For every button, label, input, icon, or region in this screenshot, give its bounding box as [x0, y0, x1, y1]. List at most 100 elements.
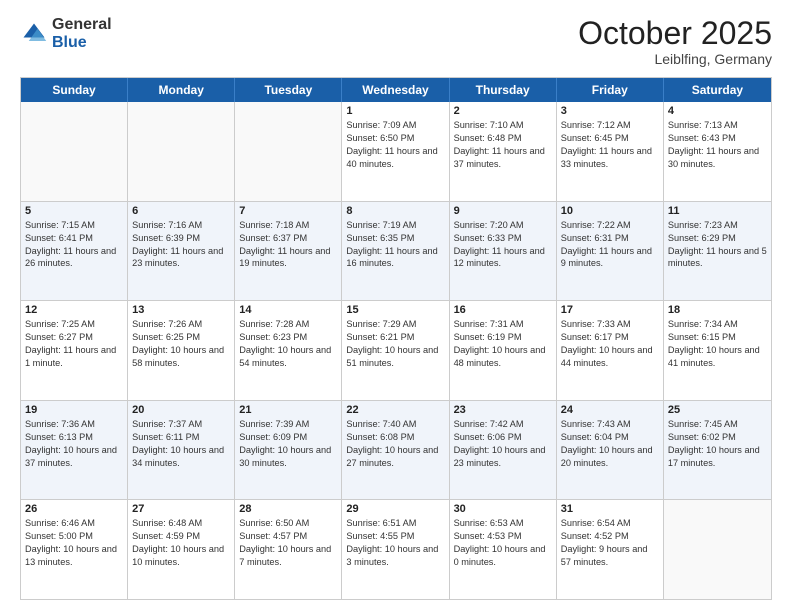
- calendar-cell: 7 Sunrise: 7:18 AM Sunset: 6:37 PM Daylig…: [235, 202, 342, 301]
- weekday-header: Friday: [557, 78, 664, 102]
- weekday-header: Wednesday: [342, 78, 449, 102]
- day-number: 28: [239, 503, 337, 515]
- day-number: 29: [346, 503, 444, 515]
- cell-info: Sunrise: 7:09 AM Sunset: 6:50 PM Dayligh…: [346, 119, 444, 171]
- cell-info: Sunrise: 7:39 AM Sunset: 6:09 PM Dayligh…: [239, 418, 337, 470]
- cell-info: Sunrise: 7:18 AM Sunset: 6:37 PM Dayligh…: [239, 219, 337, 271]
- calendar-cell: 4 Sunrise: 7:13 AM Sunset: 6:43 PM Daylig…: [664, 102, 771, 201]
- calendar-cell: 17 Sunrise: 7:33 AM Sunset: 6:17 PM Dayli…: [557, 301, 664, 400]
- calendar-row: 26Sunrise: 6:46 AM Sunset: 5:00 PM Dayli…: [21, 499, 771, 599]
- calendar-cell: 6 Sunrise: 7:16 AM Sunset: 6:39 PM Daylig…: [128, 202, 235, 301]
- weekday-header: Tuesday: [235, 78, 342, 102]
- day-number: 13: [132, 304, 230, 316]
- cell-info: Sunrise: 7:10 AM Sunset: 6:48 PM Dayligh…: [454, 119, 552, 171]
- cell-info: Sunrise: 7:29 AM Sunset: 6:21 PM Dayligh…: [346, 318, 444, 370]
- cell-info: Sunrise: 7:25 AM Sunset: 6:27 PM Dayligh…: [25, 318, 123, 370]
- cell-info: Sunrise: 6:54 AM Sunset: 4:52 PM Dayligh…: [561, 517, 659, 569]
- day-number: 2: [454, 105, 552, 117]
- cell-info: Sunrise: 7:36 AM Sunset: 6:13 PM Dayligh…: [25, 418, 123, 470]
- cell-info: Sunrise: 7:16 AM Sunset: 6:39 PM Dayligh…: [132, 219, 230, 271]
- calendar-cell: 25 Sunrise: 7:45 AM Sunset: 6:02 PM Dayli…: [664, 401, 771, 500]
- calendar-cell: 16Sunrise: 7:31 AM Sunset: 6:19 PM Dayli…: [450, 301, 557, 400]
- month-title: October 2025: [578, 16, 772, 51]
- day-number: 20: [132, 404, 230, 416]
- cell-info: Sunrise: 7:20 AM Sunset: 6:33 PM Dayligh…: [454, 219, 552, 271]
- calendar-cell: 11 Sunrise: 7:23 AM Sunset: 6:29 PM Dayli…: [664, 202, 771, 301]
- day-number: 19: [25, 404, 123, 416]
- cell-info: Sunrise: 7:23 AM Sunset: 6:29 PM Dayligh…: [668, 219, 767, 271]
- cell-info: Sunrise: 7:19 AM Sunset: 6:35 PM Dayligh…: [346, 219, 444, 271]
- calendar-cell: 9 Sunrise: 7:20 AM Sunset: 6:33 PM Daylig…: [450, 202, 557, 301]
- cell-info: Sunrise: 7:45 AM Sunset: 6:02 PM Dayligh…: [668, 418, 767, 470]
- day-number: 8: [346, 205, 444, 217]
- location: Leiblfing, Germany: [578, 51, 772, 67]
- weekday-header: Monday: [128, 78, 235, 102]
- calendar-cell: 26Sunrise: 6:46 AM Sunset: 5:00 PM Dayli…: [21, 500, 128, 599]
- cell-info: Sunrise: 6:48 AM Sunset: 4:59 PM Dayligh…: [132, 517, 230, 569]
- logo-icon: [20, 20, 48, 48]
- calendar-cell: 31 Sunrise: 6:54 AM Sunset: 4:52 PM Dayli…: [557, 500, 664, 599]
- cell-info: Sunrise: 7:22 AM Sunset: 6:31 PM Dayligh…: [561, 219, 659, 271]
- calendar-cell: [235, 102, 342, 201]
- calendar-cell: 28 Sunrise: 6:50 AM Sunset: 4:57 PM Dayli…: [235, 500, 342, 599]
- calendar: SundayMondayTuesdayWednesdayThursdayFrid…: [20, 77, 772, 600]
- calendar-cell: 3 Sunrise: 7:12 AM Sunset: 6:45 PM Daylig…: [557, 102, 664, 201]
- calendar-cell: 30Sunrise: 6:53 AM Sunset: 4:53 PM Dayli…: [450, 500, 557, 599]
- calendar-cell: 23Sunrise: 7:42 AM Sunset: 6:06 PM Dayli…: [450, 401, 557, 500]
- day-number: 3: [561, 105, 659, 117]
- cell-info: Sunrise: 7:42 AM Sunset: 6:06 PM Dayligh…: [454, 418, 552, 470]
- cell-info: Sunrise: 7:13 AM Sunset: 6:43 PM Dayligh…: [668, 119, 767, 171]
- day-number: 1: [346, 105, 444, 117]
- logo-blue: Blue: [52, 34, 87, 51]
- calendar-cell: 15 Sunrise: 7:29 AM Sunset: 6:21 PM Dayli…: [342, 301, 449, 400]
- day-number: 17: [561, 304, 659, 316]
- day-number: 30: [454, 503, 552, 515]
- cell-info: Sunrise: 7:15 AM Sunset: 6:41 PM Dayligh…: [25, 219, 123, 271]
- calendar-cell: 14Sunrise: 7:28 AM Sunset: 6:23 PM Dayli…: [235, 301, 342, 400]
- day-number: 25: [668, 404, 767, 416]
- day-number: 26: [25, 503, 123, 515]
- day-number: 5: [25, 205, 123, 217]
- day-number: 15: [346, 304, 444, 316]
- calendar-header: SundayMondayTuesdayWednesdayThursdayFrid…: [21, 78, 771, 102]
- page: General Blue October 2025 Leiblfing, Ger…: [0, 0, 792, 612]
- cell-info: Sunrise: 7:31 AM Sunset: 6:19 PM Dayligh…: [454, 318, 552, 370]
- cell-info: Sunrise: 7:28 AM Sunset: 6:23 PM Dayligh…: [239, 318, 337, 370]
- calendar-cell: 27Sunrise: 6:48 AM Sunset: 4:59 PM Dayli…: [128, 500, 235, 599]
- day-number: 4: [668, 105, 767, 117]
- day-number: 12: [25, 304, 123, 316]
- title-block: October 2025 Leiblfing, Germany: [578, 16, 772, 67]
- logo: General Blue: [20, 16, 112, 51]
- calendar-cell: 8 Sunrise: 7:19 AM Sunset: 6:35 PM Daylig…: [342, 202, 449, 301]
- day-number: 31: [561, 503, 659, 515]
- calendar-cell: 1 Sunrise: 7:09 AM Sunset: 6:50 PM Daylig…: [342, 102, 449, 201]
- cell-info: Sunrise: 7:12 AM Sunset: 6:45 PM Dayligh…: [561, 119, 659, 171]
- cell-info: Sunrise: 7:33 AM Sunset: 6:17 PM Dayligh…: [561, 318, 659, 370]
- day-number: 21: [239, 404, 337, 416]
- calendar-cell: 19 Sunrise: 7:36 AM Sunset: 6:13 PM Dayli…: [21, 401, 128, 500]
- calendar-cell: 12 Sunrise: 7:25 AM Sunset: 6:27 PM Dayli…: [21, 301, 128, 400]
- calendar-row: 1 Sunrise: 7:09 AM Sunset: 6:50 PM Daylig…: [21, 102, 771, 201]
- day-number: 22: [346, 404, 444, 416]
- calendar-cell: 5 Sunrise: 7:15 AM Sunset: 6:41 PM Daylig…: [21, 202, 128, 301]
- day-number: 6: [132, 205, 230, 217]
- calendar-cell: [664, 500, 771, 599]
- weekday-header: Sunday: [21, 78, 128, 102]
- cell-info: Sunrise: 6:51 AM Sunset: 4:55 PM Dayligh…: [346, 517, 444, 569]
- day-number: 10: [561, 205, 659, 217]
- cell-info: Sunrise: 7:40 AM Sunset: 6:08 PM Dayligh…: [346, 418, 444, 470]
- cell-info: Sunrise: 6:50 AM Sunset: 4:57 PM Dayligh…: [239, 517, 337, 569]
- calendar-cell: 20 Sunrise: 7:37 AM Sunset: 6:11 PM Dayli…: [128, 401, 235, 500]
- cell-info: Sunrise: 7:37 AM Sunset: 6:11 PM Dayligh…: [132, 418, 230, 470]
- cell-info: Sunrise: 7:34 AM Sunset: 6:15 PM Dayligh…: [668, 318, 767, 370]
- cell-info: Sunrise: 7:26 AM Sunset: 6:25 PM Dayligh…: [132, 318, 230, 370]
- day-number: 9: [454, 205, 552, 217]
- calendar-row: 19 Sunrise: 7:36 AM Sunset: 6:13 PM Dayli…: [21, 400, 771, 500]
- day-number: 11: [668, 205, 767, 217]
- day-number: 24: [561, 404, 659, 416]
- day-number: 7: [239, 205, 337, 217]
- logo-general: General: [52, 16, 112, 33]
- calendar-cell: 18Sunrise: 7:34 AM Sunset: 6:15 PM Dayli…: [664, 301, 771, 400]
- calendar-cell: 22 Sunrise: 7:40 AM Sunset: 6:08 PM Dayli…: [342, 401, 449, 500]
- calendar-cell: 29 Sunrise: 6:51 AM Sunset: 4:55 PM Dayli…: [342, 500, 449, 599]
